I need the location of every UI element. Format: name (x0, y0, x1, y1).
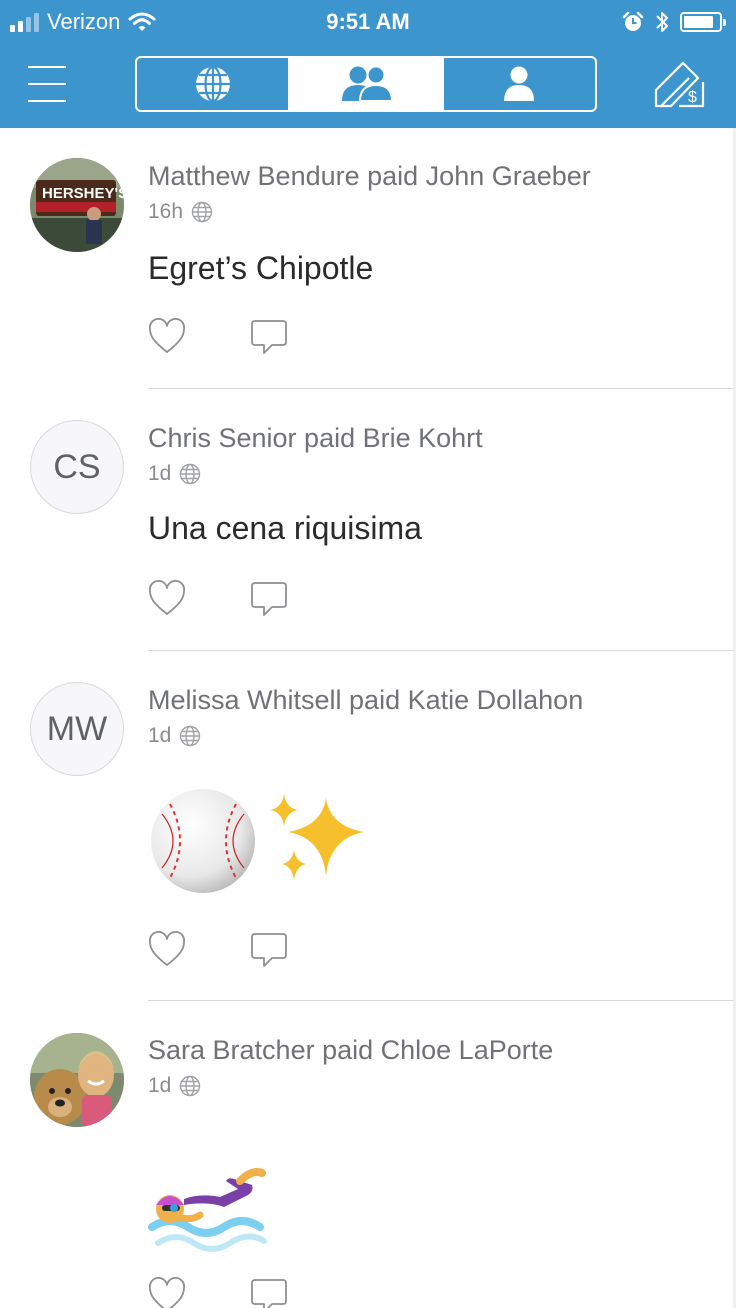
globe-icon (180, 725, 201, 747)
sparkles-emoji (270, 794, 364, 880)
story-headline[interactable]: Sara Bratcher paid Chloe LaPorte (148, 1034, 553, 1066)
heart-icon[interactable] (148, 580, 186, 618)
story-meta: 1d (148, 1074, 201, 1098)
story-actions (148, 1277, 288, 1308)
heart-icon[interactable] (148, 1277, 186, 1308)
comment-bubble-icon[interactable] (250, 931, 288, 969)
story-actions (148, 318, 288, 356)
feed-story[interactable]: MW Melissa Whitsell paid Katie Dollahon … (0, 651, 736, 1001)
tab-public[interactable] (137, 58, 288, 110)
story-actions (148, 931, 288, 969)
story-time: 16h (148, 200, 184, 223)
battery-fill (684, 16, 713, 28)
story-meta: 1d (148, 462, 201, 486)
story-meta: 1d (148, 724, 201, 748)
story-headline[interactable]: Chris Senior paid Brie Kohrt (148, 422, 483, 454)
friends-icon (341, 65, 393, 102)
top-bar: Verizon 9:51 AM $ (0, 0, 736, 128)
avatar[interactable]: MW (30, 682, 124, 776)
comment-bubble-icon[interactable] (250, 318, 288, 356)
alarm-icon (622, 11, 644, 31)
avatar[interactable]: CS (30, 420, 124, 514)
tab-friends[interactable] (288, 58, 442, 110)
avatar[interactable] (30, 1033, 124, 1127)
globe-icon (180, 1075, 201, 1097)
pay-or-request-icon[interactable]: $ (653, 62, 705, 110)
status-right (622, 8, 726, 36)
avatar-initials: CS (53, 447, 101, 486)
story-meta: 16h (148, 200, 213, 224)
comment-bubble-icon[interactable] (250, 1277, 288, 1308)
svg-text:HERSHEY'S: HERSHEY'S (42, 185, 124, 202)
avatar-initials: MW (46, 709, 108, 748)
avatar[interactable]: HERSHEY'S (30, 158, 124, 252)
feed-scope-segmented-control (135, 56, 597, 112)
story-note: Egret’s Chipotle (148, 250, 374, 286)
svg-text:$: $ (688, 89, 697, 106)
story-note-emoji (148, 781, 374, 901)
comment-bubble-icon[interactable] (250, 580, 288, 618)
story-time: 1d (148, 462, 172, 485)
story-time: 1d (148, 724, 172, 747)
avatar-photo: HERSHEY'S (30, 158, 124, 252)
swimmer-emoji (148, 1168, 267, 1252)
feed-story[interactable]: HERSHEY'S Matthew Bendure paid John Grae… (0, 128, 736, 390)
story-note: Una cena riquisima (148, 510, 422, 546)
baseball-emoji (151, 789, 255, 893)
feed-story[interactable]: Sara Bratcher paid Chloe LaPorte 1d (0, 1001, 736, 1308)
story-actions (148, 580, 288, 618)
globe-icon (195, 65, 230, 103)
heart-icon[interactable] (148, 931, 186, 969)
status-bar: Verizon 9:51 AM (0, 0, 736, 44)
bluetooth-icon (656, 12, 668, 32)
story-headline[interactable]: Melissa Whitsell paid Katie Dollahon (148, 684, 583, 716)
hamburger-menu-icon[interactable] (28, 66, 66, 102)
nav-bar: $ (0, 44, 736, 128)
venmo-feed-screen: Verizon 9:51 AM $ HERSHEY'S Matthew Bend… (0, 0, 736, 1308)
avatar-photo (30, 1033, 124, 1127)
story-time: 1d (148, 1074, 172, 1097)
globe-icon (180, 463, 201, 485)
tab-me[interactable] (441, 58, 595, 110)
person-icon (504, 66, 535, 101)
story-note-emoji (148, 1141, 268, 1271)
battery-icon (680, 12, 726, 32)
story-headline[interactable]: Matthew Bendure paid John Graeber (148, 160, 591, 192)
globe-icon (191, 201, 213, 223)
heart-icon[interactable] (148, 318, 186, 356)
feed-story[interactable]: CS Chris Senior paid Brie Kohrt 1d Una c… (0, 389, 736, 651)
